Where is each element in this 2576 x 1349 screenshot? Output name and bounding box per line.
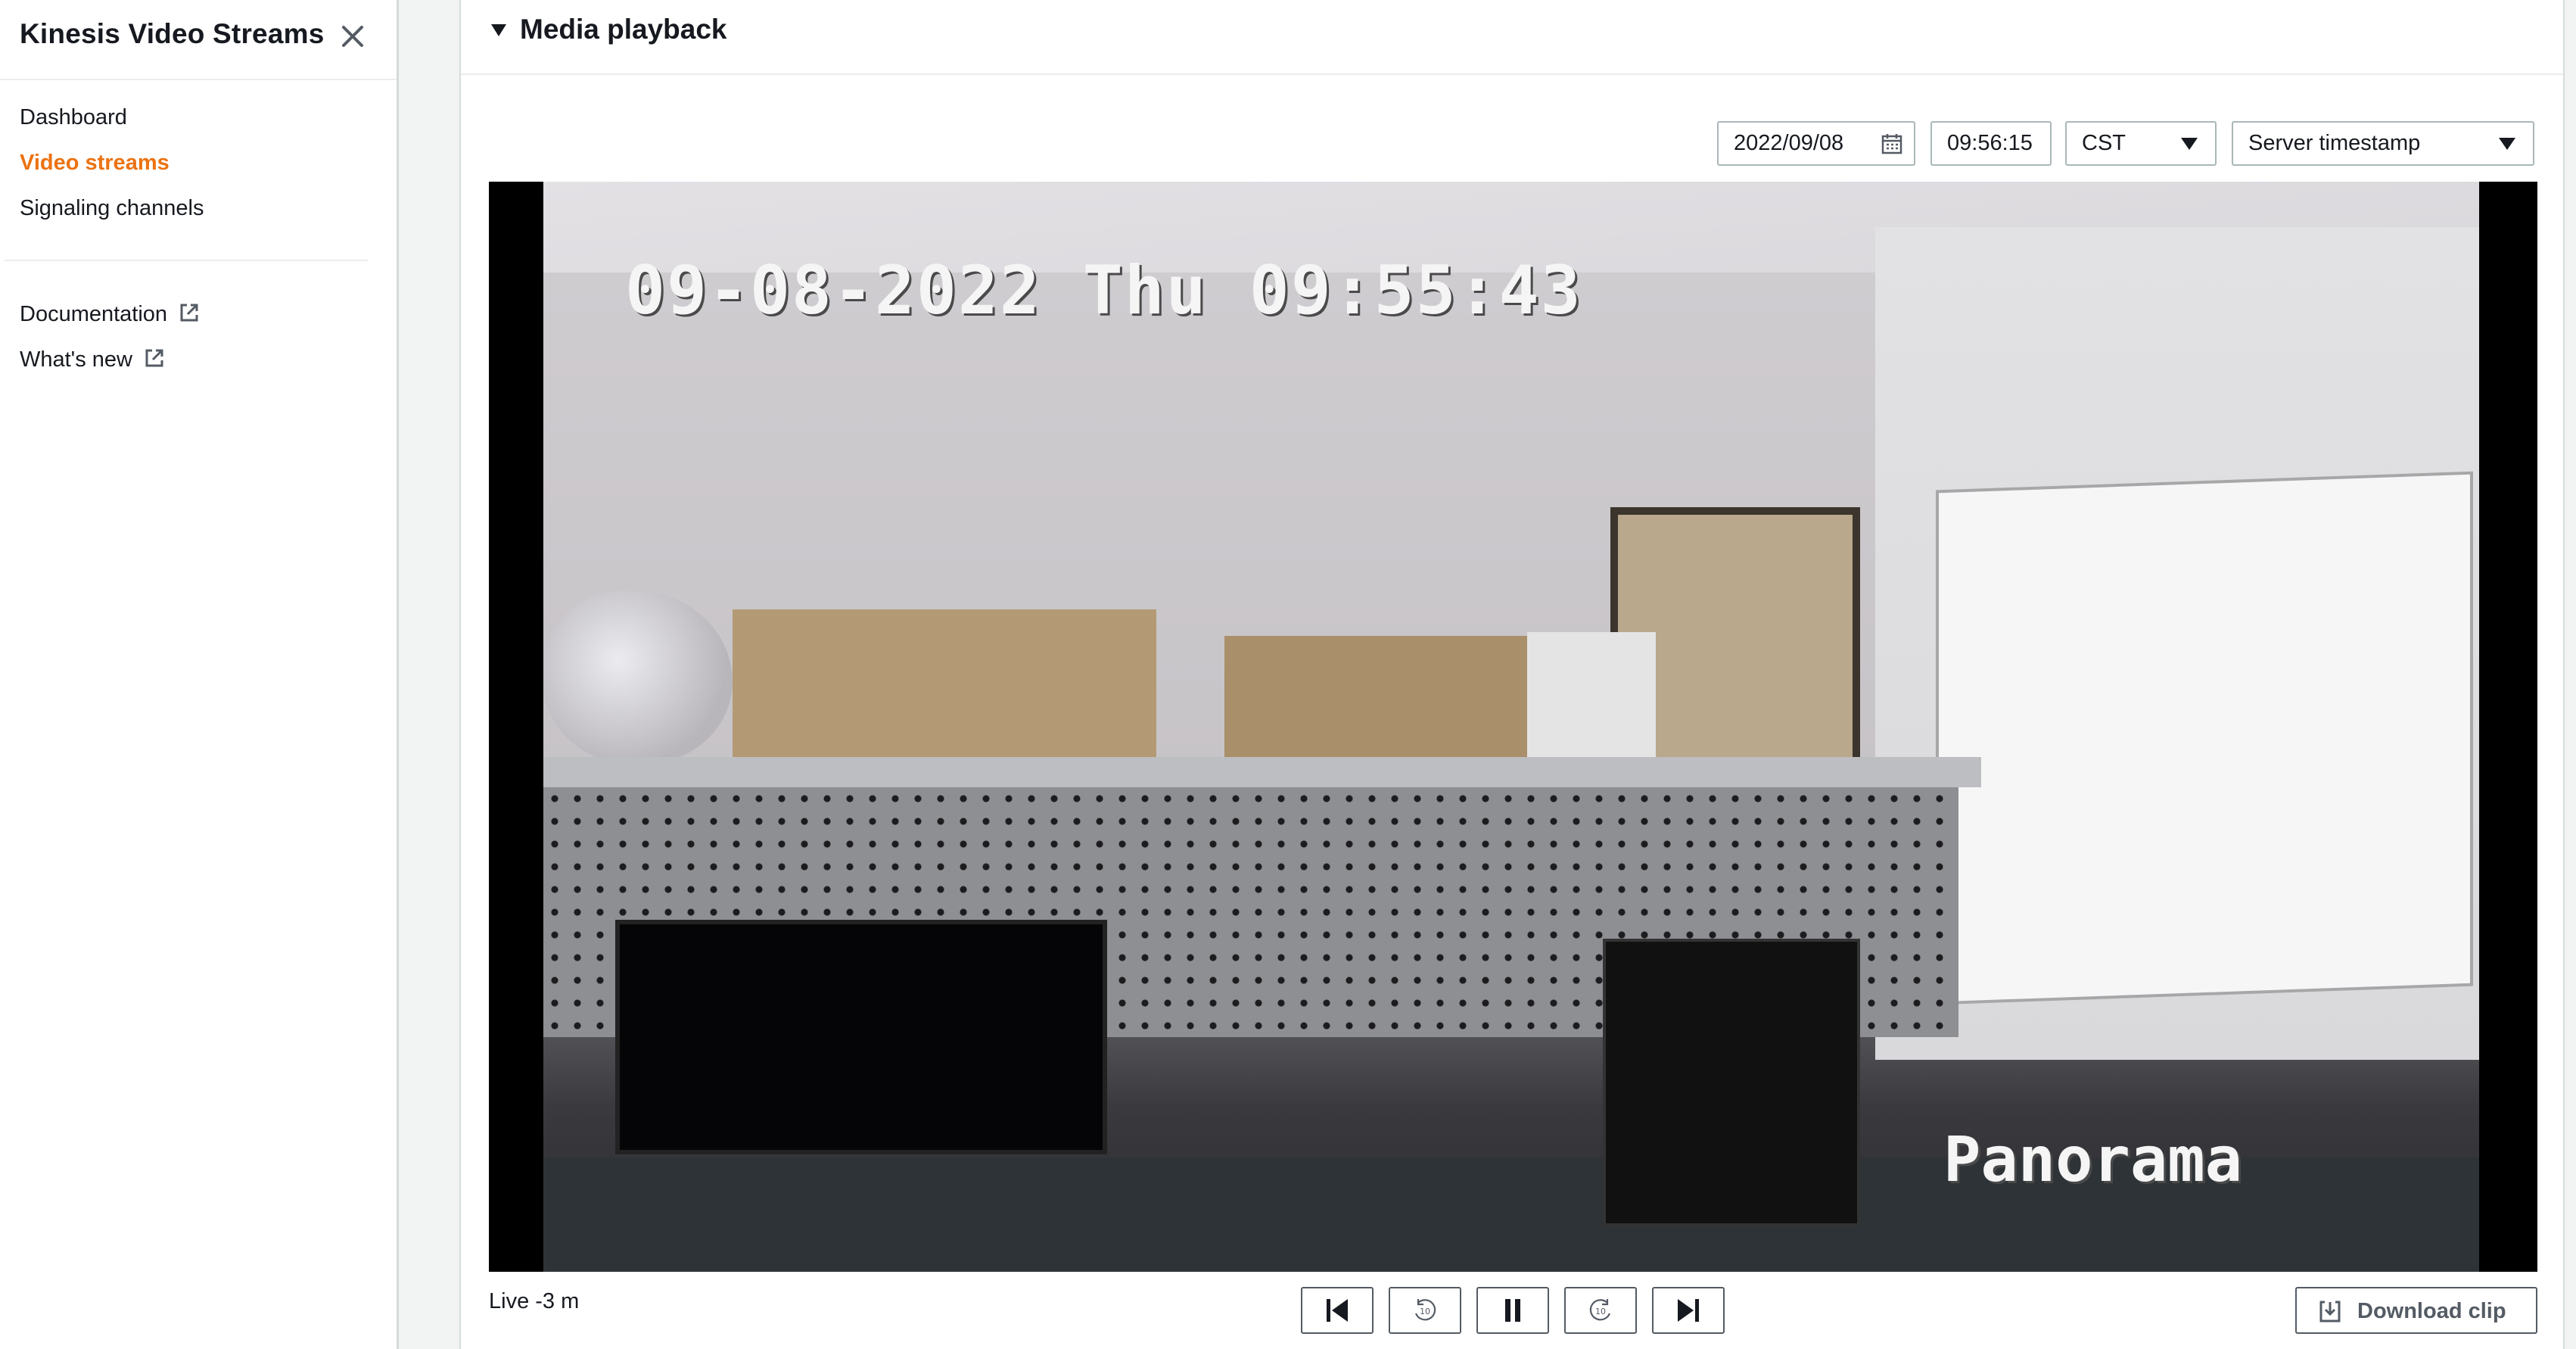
video-overlay-label: Panorama [1943,1124,2242,1196]
skip-to-start-button[interactable] [1301,1287,1374,1334]
external-link-icon [145,349,163,367]
skip-to-live-button[interactable] [1652,1287,1725,1334]
chevron-down-icon [2181,138,2198,150]
sidebar-header: Kinesis Video Streams [0,0,397,80]
pause-button[interactable] [1476,1287,1549,1334]
download-clip-label: Download clip [2357,1299,2506,1323]
video-overlay-timestamp: 09-08-2022 Thu 09:55:43 [625,251,1582,329]
svg-text:10: 10 [1595,1307,1606,1316]
sidebar-item-video-streams[interactable]: Video streams [20,151,170,176]
download-clip-button[interactable]: Download clip [2295,1287,2537,1334]
timezone-select[interactable]: CST [2065,121,2217,166]
sidebar-item-dashboard[interactable]: Dashboard [20,105,127,130]
whats-new-label: What's new [20,347,132,372]
sidebar-link-documentation[interactable]: Documentation [20,301,201,327]
panel-header: Media playback [461,0,2563,75]
external-link-icon [180,304,198,322]
forward-10-button[interactable]: 10 [1564,1287,1637,1334]
time-value: 09:56:15 [1947,131,2033,155]
sidebar-item-signaling-channels[interactable]: Signaling channels [20,196,204,221]
close-icon [342,26,363,47]
timestamp-type-select[interactable]: Server timestamp [2232,121,2534,166]
timezone-value: CST [2082,131,2126,155]
date-input[interactable]: 2022/09/08 [1717,121,1915,166]
documentation-label: Documentation [20,302,168,326]
video-player[interactable]: 09-08-2022 Thu 09:55:43 Panorama [489,182,2537,1272]
live-status: Live -3 m [489,1289,580,1313]
computer-tower [1603,939,1860,1226]
forward-10-icon: 10 [1589,1299,1611,1321]
sidebar-title: Kinesis Video Streams [20,18,325,49]
time-input[interactable]: 09:56:15 [1930,121,2052,166]
calendar-icon[interactable] [1881,132,1903,155]
timestamp-type-value: Server timestamp [2248,131,2421,155]
sidebar-divider [5,260,368,261]
monitor [615,920,1107,1154]
skip-forward-icon [1678,1299,1699,1322]
media-playback-panel: Media playback 2022/09/08 09:56:15 CST S… [459,0,2565,1349]
date-value: 2022/09/08 [1734,131,1844,155]
main-content: Media playback 2022/09/08 09:56:15 CST S… [399,0,2576,1349]
caret-down-icon[interactable] [490,23,508,38]
rewind-10-button[interactable]: 10 [1389,1287,1461,1334]
chevron-down-icon [2499,138,2515,150]
rewind-10-icon: 10 [1414,1299,1436,1321]
svg-text:10: 10 [1420,1307,1430,1316]
close-sidebar-button[interactable] [333,17,372,56]
sidebar-link-whats-new[interactable]: What's new [20,347,166,372]
whiteboard [1936,471,2473,1005]
pause-icon [1505,1299,1520,1322]
download-icon [2319,1301,2341,1323]
navigation-sidebar: Kinesis Video Streams Dashboard Video st… [0,0,399,1349]
video-frame: 09-08-2022 Thu 09:55:43 Panorama [543,182,2479,1272]
panel-title: Media playback [520,14,727,45]
skip-back-icon [1327,1299,1348,1322]
